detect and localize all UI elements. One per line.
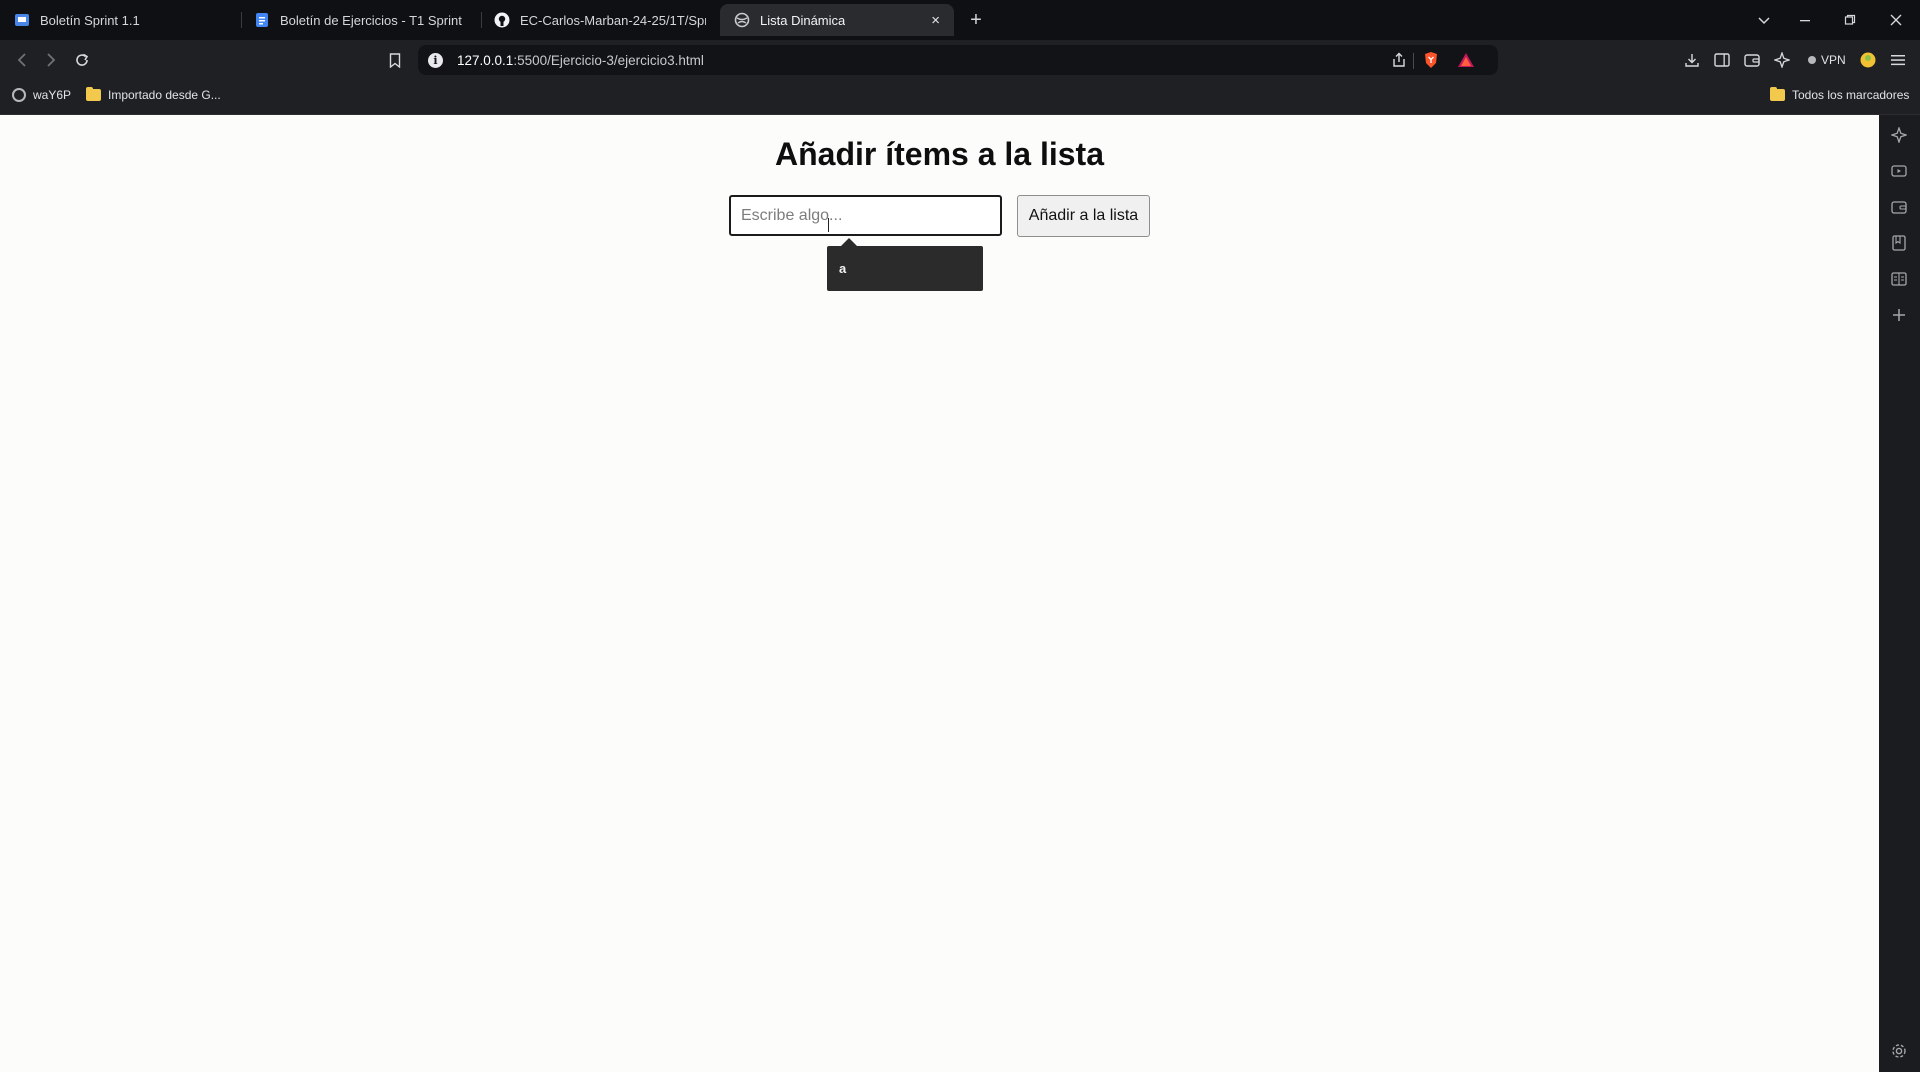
profile-avatar-icon[interactable]	[1856, 48, 1880, 72]
browser-sidebar	[1879, 115, 1920, 1072]
wallet-icon[interactable]	[1740, 48, 1764, 72]
sidebar-settings-gear-icon[interactable]	[1888, 1040, 1910, 1062]
bookmark-way6p[interactable]: waY6P	[12, 88, 71, 102]
leo-ai-sidebar-icon[interactable]	[1888, 124, 1910, 146]
new-tab-button[interactable]: +	[964, 8, 988, 32]
tab-lista-dinamica[interactable]: Lista Dinámica ×	[720, 4, 954, 36]
tab-title: Boletín de Ejercicios - T1 Sprint 1 - E	[280, 12, 466, 28]
urlbar-divider	[1413, 53, 1414, 69]
url-path: :5500/Ejercicio-3/ejercicio3.html	[513, 52, 704, 68]
close-tab-icon[interactable]: ×	[931, 12, 940, 29]
tab-search-chevron-icon[interactable]	[1752, 8, 1776, 32]
brave-shields-icon[interactable]	[1419, 48, 1443, 72]
address-bar[interactable]: i 127.0.0.1:5500/Ejercicio-3/ejercicio3.…	[418, 45, 1498, 75]
tab-boletin-sprint[interactable]: Boletín Sprint 1.1	[0, 4, 240, 36]
bookmarks-bar: waY6P Importado desde G... Todos los mar…	[0, 80, 1920, 115]
slides-icon	[14, 12, 30, 28]
tab-title: Boletín Sprint 1.1	[40, 12, 140, 28]
share-icon[interactable]	[1387, 48, 1411, 72]
page-title: Añadir ítems a la lista	[774, 136, 1104, 172]
github-icon	[494, 12, 510, 28]
vpn-button[interactable]: VPN	[1800, 49, 1854, 71]
back-icon[interactable]	[10, 48, 34, 72]
tab-strip: Boletín Sprint 1.1 Boletín de Ejercicios…	[0, 0, 1920, 40]
tab-title: Lista Dinámica	[760, 12, 846, 28]
restore-icon[interactable]	[1838, 8, 1862, 32]
bookmark-label: Importado desde G...	[108, 88, 221, 102]
globe-icon	[734, 12, 750, 28]
text-cursor	[828, 218, 829, 232]
item-input[interactable]	[729, 195, 1002, 236]
sidebar-toggle-icon[interactable]	[1710, 48, 1734, 72]
folder-icon	[1770, 87, 1785, 101]
forward-icon[interactable]	[39, 48, 63, 72]
url-host: 127.0.0.1	[457, 52, 514, 68]
docs-icon	[254, 12, 270, 28]
folder-icon	[86, 87, 101, 101]
autocomplete-suggestion[interactable]: a	[827, 238, 983, 291]
page-viewport: Añadir ítems a la lista Añadir a la list…	[0, 115, 1879, 1072]
downloads-icon[interactable]	[1680, 48, 1704, 72]
playlist-icon[interactable]	[1888, 160, 1910, 182]
vpn-label: VPN	[1821, 53, 1846, 67]
globe-icon	[12, 88, 26, 102]
reading-list-icon[interactable]	[1888, 268, 1910, 290]
url-text[interactable]: 127.0.0.1:5500/Ejercicio-3/ejercicio3.ht…	[457, 53, 704, 68]
bookmark-label: waY6P	[33, 88, 72, 102]
close-window-icon[interactable]	[1884, 8, 1908, 32]
bookmarks-sidebar-icon[interactable]	[1888, 232, 1910, 254]
tab-boletin-ejercicios[interactable]: Boletín de Ejercicios - T1 Sprint 1 - E	[240, 4, 480, 36]
bookmark-folder-importado[interactable]: Importado desde G...	[86, 87, 221, 102]
leo-ai-icon[interactable]	[1770, 48, 1794, 72]
minimize-icon[interactable]	[1793, 8, 1817, 32]
vpn-status-icon	[1808, 56, 1816, 64]
reload-icon[interactable]	[70, 48, 94, 72]
brave-rewards-icon[interactable]	[1454, 48, 1478, 72]
all-bookmarks-folder[interactable]: Todos los marcadores	[1770, 87, 1910, 102]
site-info-icon[interactable]: i	[428, 52, 443, 68]
tab-github-repo[interactable]: EC-Carlos-Marban-24-25/1T/Sprint	[480, 4, 720, 36]
bookmark-icon[interactable]	[383, 48, 407, 72]
menu-icon[interactable]	[1886, 48, 1910, 72]
wallet-sidebar-icon[interactable]	[1888, 196, 1910, 218]
tab-title: EC-Carlos-Marban-24-25/1T/Sprint	[520, 12, 706, 28]
browser-window: Boletín Sprint 1.1 Boletín de Ejercicios…	[0, 0, 1920, 1072]
add-to-list-button[interactable]: Añadir a la lista	[1017, 195, 1150, 237]
add-sidebar-item-icon[interactable]	[1888, 304, 1910, 326]
all-bookmarks-label: Todos los marcadores	[1792, 88, 1910, 102]
navigation-toolbar: i 127.0.0.1:5500/Ejercicio-3/ejercicio3.…	[0, 40, 1920, 80]
